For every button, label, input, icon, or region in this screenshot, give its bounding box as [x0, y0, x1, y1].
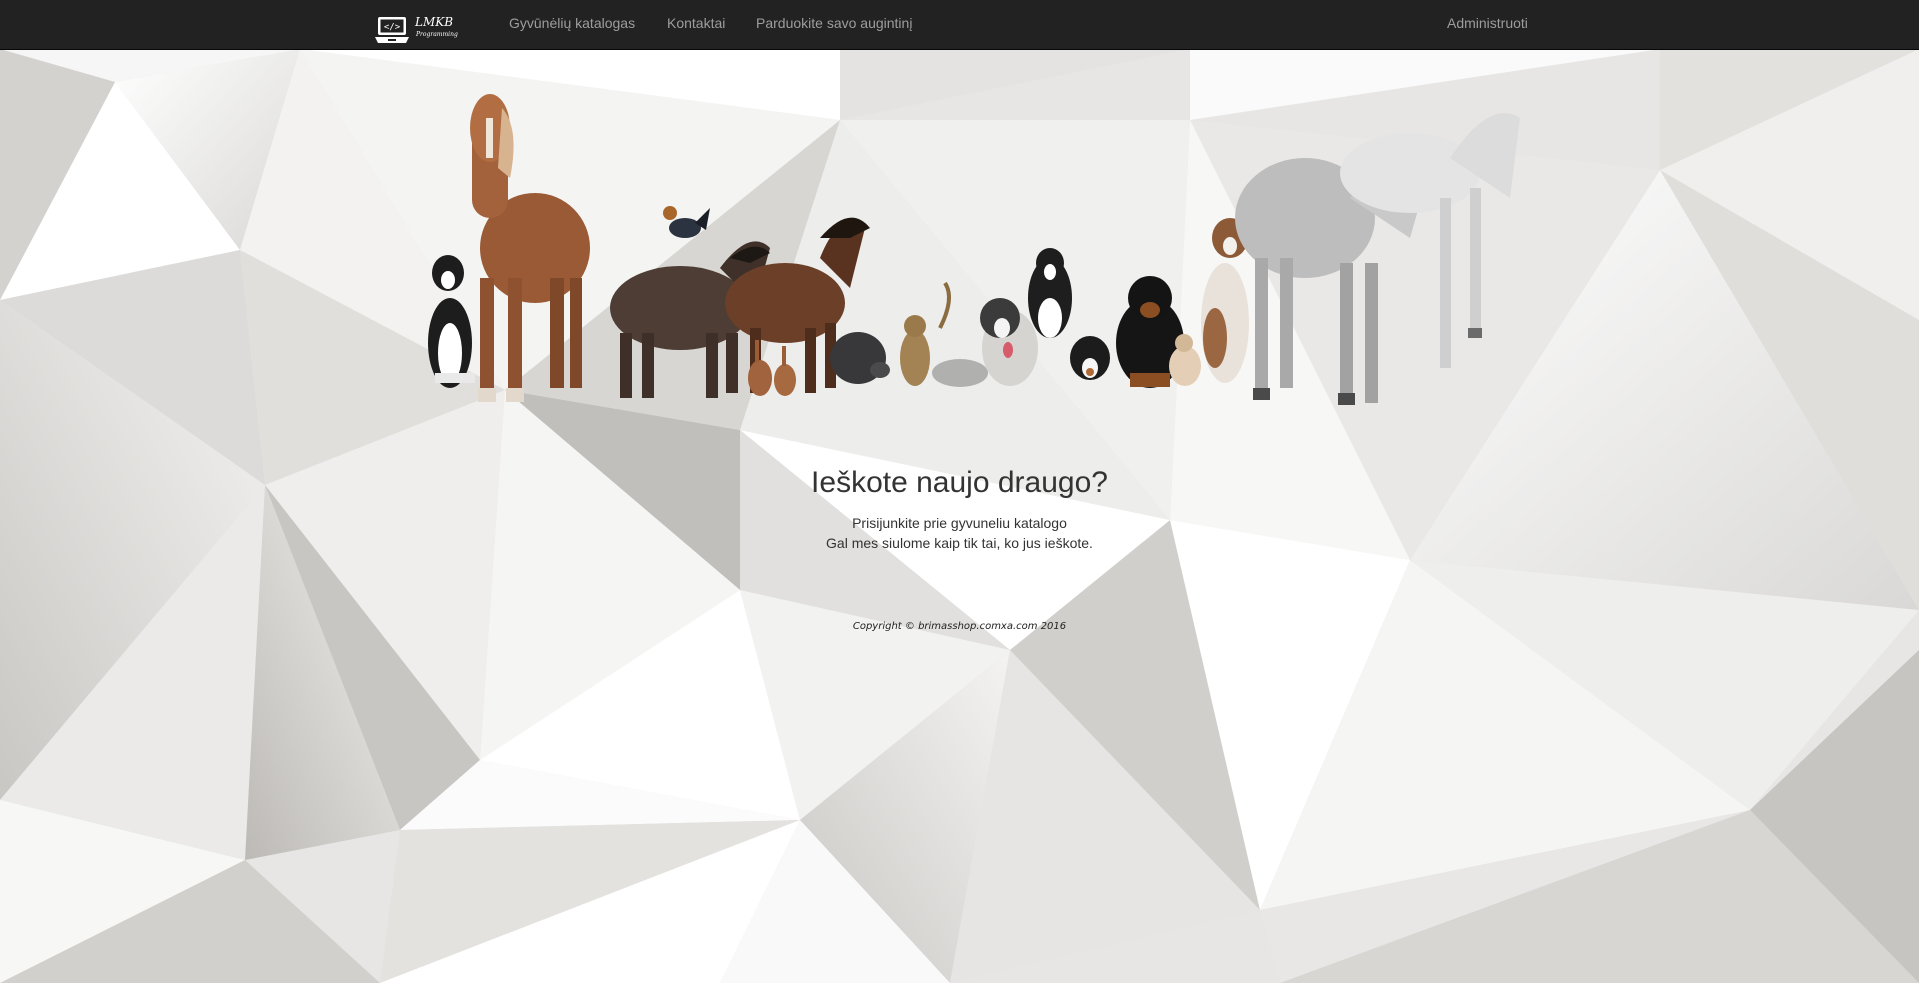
top-navbar: </> LMKB Programming Gyvūnėlių katalogas… [0, 0, 1919, 50]
logo-text: LMKB [415, 15, 454, 29]
rooster-icon [663, 206, 710, 238]
horse-chestnut-icon [470, 94, 590, 402]
cat-grey-icon [932, 359, 988, 387]
rabbits-icon [748, 340, 796, 396]
nav-link-pet-catalog[interactable]: Gyvūnėlių katalogas [509, 15, 635, 31]
puppy-icon [1070, 336, 1110, 380]
svg-text:</>: </> [384, 23, 401, 33]
pig-icon [830, 332, 890, 384]
dog-collie-icon [428, 255, 475, 388]
nav-link-admin[interactable]: Administruoti [1447, 15, 1528, 31]
animals-group-image [428, 94, 1520, 405]
copyright-text: Copyright © brimasshop.comxa.com 2016 [852, 621, 1067, 632]
brand-logo[interactable]: </> LMKB Programming [375, 13, 459, 47]
hero-subtitle-line-2: Gal mes siulome kaip tik tai, ko jus ieš… [826, 535, 1093, 551]
hero-subtitle-line-1: Prisijunkite prie gyvuneliu katalogo [852, 515, 1067, 531]
dog-border-collie-icon [1028, 248, 1072, 338]
nav-link-contacts[interactable]: Kontaktai [667, 15, 725, 31]
nav-link-sell-pet[interactable]: Parduokite savo augintinį [756, 15, 912, 31]
hero-heading: Ieškote naujo draugo? [811, 466, 1108, 499]
logo-subtext: Programming [416, 31, 458, 38]
